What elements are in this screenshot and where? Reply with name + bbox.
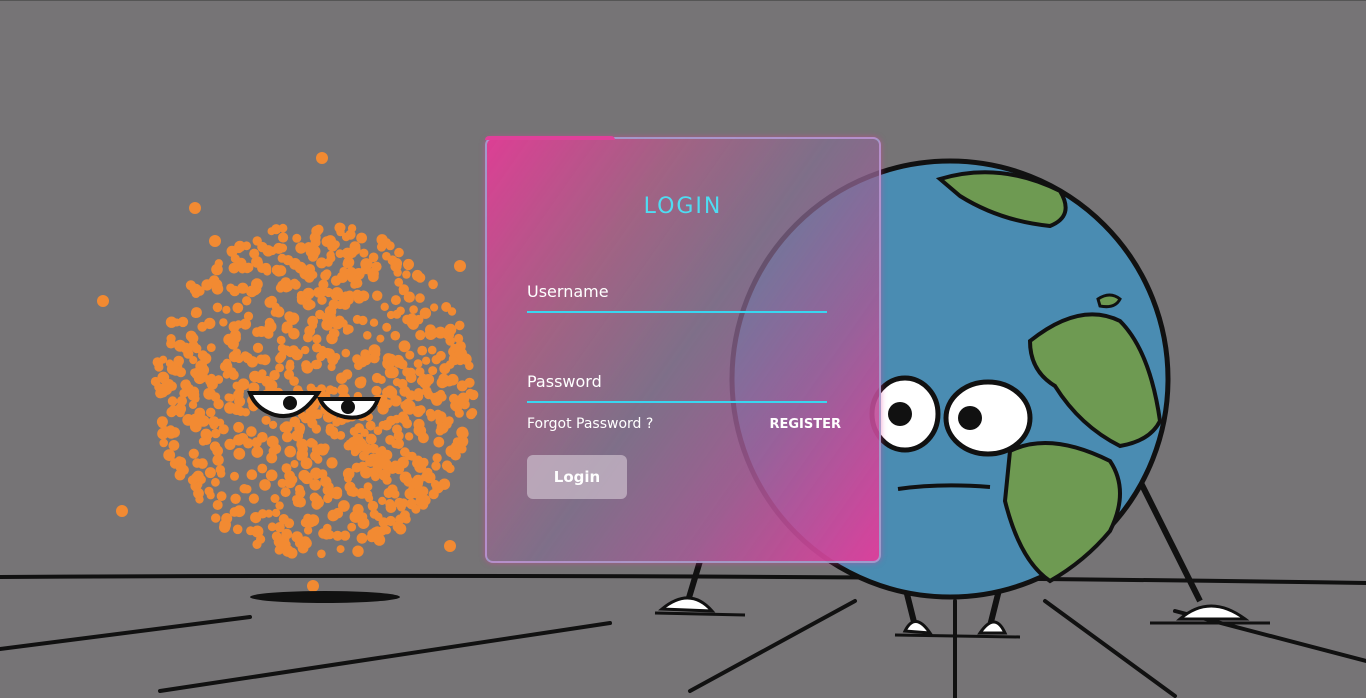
login-title: LOGIN <box>643 194 723 219</box>
sun-character <box>97 152 479 592</box>
login-card: LOGIN Username Password Forgot Password … <box>485 136 881 563</box>
sun-shadow <box>250 591 400 603</box>
page-background: LOGIN Username Password Forgot Password … <box>0 0 1366 698</box>
password-input[interactable] <box>527 401 827 403</box>
password-label: Password <box>527 372 602 391</box>
auth-links-row: Forgot Password ? REGISTER <box>527 416 841 432</box>
ground-lines <box>0 573 1366 698</box>
username-label: Username <box>527 282 609 301</box>
username-input[interactable] <box>527 311 827 313</box>
username-field: Username <box>527 282 827 313</box>
login-button[interactable]: Login <box>527 455 627 499</box>
forgot-password-link[interactable]: Forgot Password ? <box>527 416 653 432</box>
register-link[interactable]: REGISTER <box>769 417 841 432</box>
password-field: Password <box>527 372 827 403</box>
card-accent-tab <box>485 136 615 140</box>
